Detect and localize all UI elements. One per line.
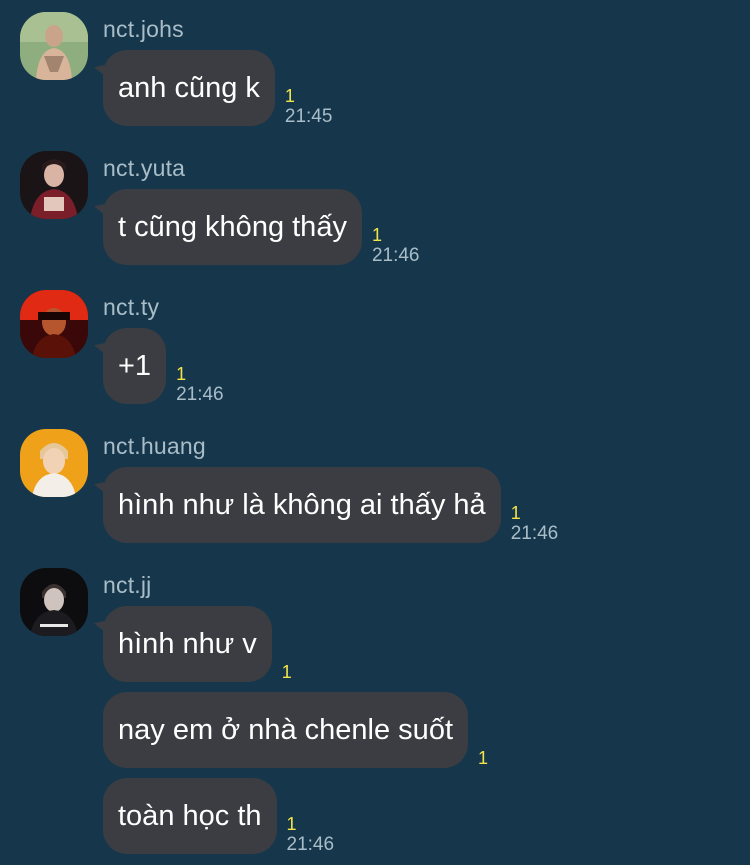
unread-count: 1 [478, 748, 489, 768]
message-row: toàn học th 1 21:46 [103, 778, 335, 855]
message-meta: 1 [282, 606, 292, 682]
unread-count: 1 [176, 364, 187, 384]
unread-count: 1 [371, 225, 382, 245]
avatar[interactable] [20, 290, 88, 358]
message-bubble[interactable]: hình như là không ai thấy hả [103, 467, 501, 543]
message-meta: 1 21:46 [510, 467, 559, 544]
unread-count: 1 [281, 662, 292, 682]
message-meta: 1 21:45 [284, 50, 333, 127]
username: nct.huang [103, 433, 206, 459]
message-meta: 1 21:46 [371, 189, 420, 266]
message-row: nay em ở nhà chenle suốt 1 [103, 692, 488, 768]
message-row: +1 1 21:46 [103, 328, 224, 405]
username: nct.yuta [103, 155, 186, 181]
message-meta: 1 21:46 [176, 328, 224, 405]
message-bubble[interactable]: +1 [103, 328, 167, 404]
message-meta: 1 [478, 692, 488, 768]
message-time: 21:45 [284, 106, 333, 127]
message-time: 21:46 [286, 834, 335, 855]
message-bubble[interactable]: toàn học th [103, 778, 277, 854]
chat-window[interactable]: nct.johs anh cũng k 1 21:45 nct.yuta t c… [0, 0, 750, 865]
message-time: 21:46 [176, 384, 224, 405]
message-time: 21:46 [510, 523, 559, 544]
unread-count: 1 [284, 86, 295, 106]
message-bubble[interactable]: t cũng không thấy [103, 189, 362, 265]
message-bubble[interactable]: hình như v [103, 606, 272, 682]
message-meta: 1 21:46 [286, 778, 335, 855]
avatar[interactable] [20, 12, 88, 80]
username: nct.ty [103, 294, 160, 320]
unread-count: 1 [286, 814, 297, 834]
username: nct.johs [103, 16, 184, 42]
message-row: t cũng không thấy 1 21:46 [103, 189, 420, 266]
message-row: anh cũng k 1 21:45 [103, 50, 333, 127]
avatar[interactable] [20, 568, 88, 636]
message-time: 21:46 [371, 245, 420, 266]
avatar[interactable] [20, 429, 88, 497]
message-bubble[interactable]: anh cũng k [103, 50, 275, 126]
avatar[interactable] [20, 151, 88, 219]
message-row: hình như v 1 [103, 606, 292, 682]
message-bubble[interactable]: nay em ở nhà chenle suốt [103, 692, 469, 768]
unread-count: 1 [510, 503, 521, 523]
username: nct.jj [103, 572, 152, 598]
message-row: hình như là không ai thấy hả 1 21:46 [103, 467, 559, 544]
